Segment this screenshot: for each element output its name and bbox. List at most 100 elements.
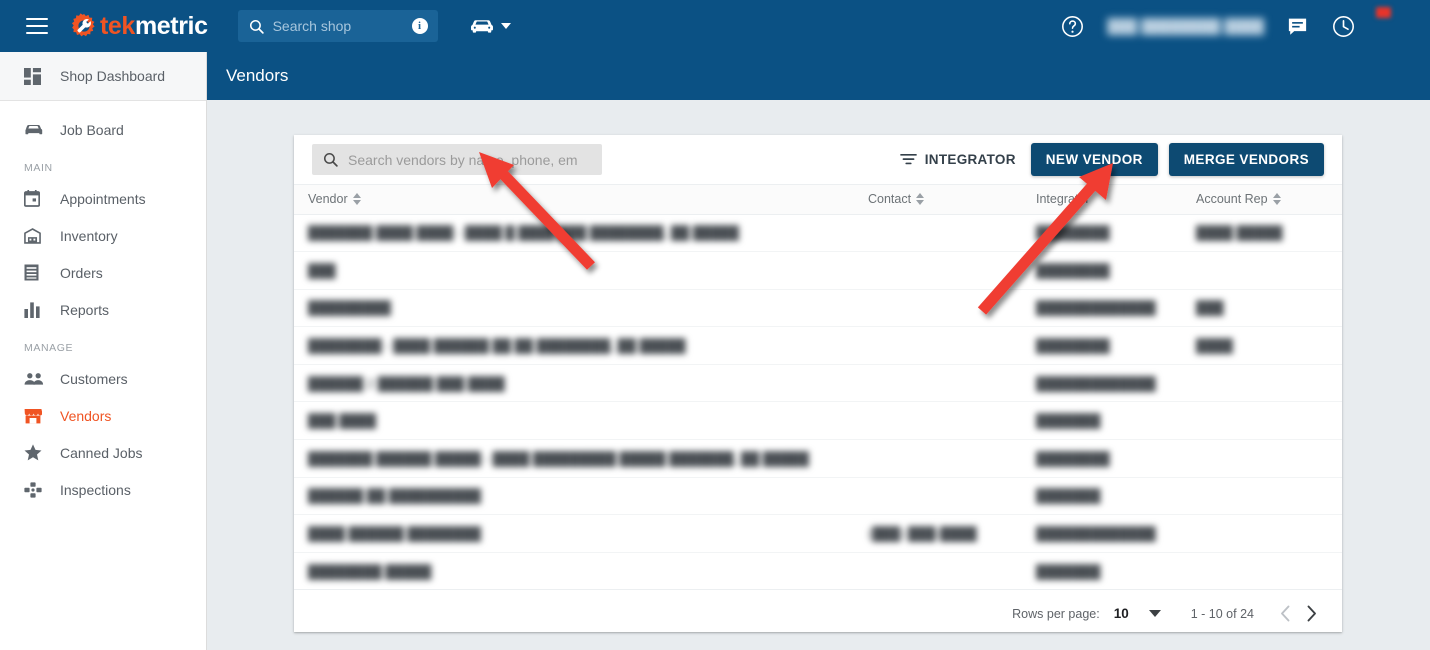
logo-text-tek: tek: [100, 12, 135, 40]
cell-integrator: ███████: [1022, 402, 1182, 440]
table-row[interactable]: ███████ ████ ████ - ████ █ ████ ███ ████…: [294, 214, 1342, 252]
dashboard-grid-icon: [24, 68, 44, 85]
cell-integrator: ███████: [1022, 552, 1182, 590]
cell-account-rep: ███: [1182, 289, 1342, 327]
cell-integrator: ████████: [1022, 327, 1182, 365]
sidebar-item-reports[interactable]: Reports: [0, 291, 206, 328]
sidebar-item-label: Shop Dashboard: [60, 69, 165, 83]
new-vendor-button[interactable]: NEW VENDOR: [1031, 143, 1158, 176]
table-header: Vendor Contact: [294, 185, 1342, 214]
shop-search-placeholder: Search shop: [273, 18, 412, 34]
integrator-filter-button[interactable]: INTEGRATOR: [896, 147, 1020, 172]
column-header-integrator[interactable]: Integrator: [1022, 185, 1182, 214]
cell-integrator: █████████████: [1022, 515, 1182, 553]
column-header-contact[interactable]: Contact: [854, 185, 1022, 214]
sidebar-group-main: MAIN: [0, 162, 206, 174]
tekmetric-logo[interactable]: tekmetric: [70, 11, 208, 41]
column-header-account-rep[interactable]: Account Rep: [1182, 185, 1342, 214]
sort-icon[interactable]: [1273, 193, 1281, 205]
sidebar-item-appointments[interactable]: Appointments: [0, 180, 206, 217]
cell-account-rep: [1182, 402, 1342, 440]
sidebar-item-label: Vendors: [60, 409, 111, 423]
table-body: ███████ ████ ████ - ████ █ ████ ███ ████…: [294, 214, 1342, 590]
cell-contact: [854, 214, 1022, 252]
calendar-icon: [24, 190, 44, 207]
sidebar-item-label: Reports: [60, 303, 109, 317]
table-row[interactable]: ████████ ████████████: [294, 552, 1342, 590]
cell-contact: [854, 440, 1022, 478]
vehicle-selector[interactable]: [470, 18, 511, 35]
help-button[interactable]: [1060, 14, 1085, 39]
cell-integrator: ███████: [1022, 477, 1182, 515]
recent-activity-button[interactable]: [1331, 14, 1356, 39]
hamburger-menu-icon[interactable]: [26, 18, 48, 34]
sidebar-item-canned-jobs[interactable]: Canned Jobs: [0, 434, 206, 471]
cell-vendor: ██████ ██ ██████████: [294, 477, 854, 515]
info-icon[interactable]: i: [412, 18, 428, 34]
sidebar-spacer: [0, 101, 206, 111]
cell-contact: [854, 252, 1022, 290]
sidebar-item-label: Orders: [60, 266, 103, 280]
bar-chart-icon: [24, 302, 44, 318]
sidebar-item-customers[interactable]: Customers: [0, 360, 206, 397]
people-icon: [24, 372, 44, 386]
page-header: Vendors: [207, 52, 1430, 100]
table-row[interactable]: ████ ██████ ████████(███) ███-██████████…: [294, 515, 1342, 553]
messages-button[interactable]: [1286, 15, 1309, 38]
content-area: Search vendors by name, phone, em INTEGR…: [207, 100, 1430, 650]
sidebar-item-job-board[interactable]: Job Board: [0, 111, 206, 148]
vendors-toolbar: Search vendors by name, phone, em INTEGR…: [294, 135, 1342, 185]
cell-vendor: ████ ██████ ████████: [294, 515, 854, 553]
sidebar-navigation: Shop Dashboard Job Board MAIN: [0, 52, 207, 650]
cell-vendor: ████████ - ████ ██████ ██ ██ ████████, █…: [294, 327, 854, 365]
help-circle-icon: [1060, 14, 1085, 39]
clock-icon: [1331, 14, 1356, 39]
table-row[interactable]: █████████████████████████: [294, 289, 1342, 327]
cell-integrator: ████████: [1022, 214, 1182, 252]
vendors-page: tekmetric Search shop i: [0, 0, 1430, 650]
sidebar-item-orders[interactable]: Orders: [0, 254, 206, 291]
sidebar-item-inventory[interactable]: Inventory: [0, 217, 206, 254]
cell-contact: [854, 289, 1022, 327]
sidebar-item-shop-dashboard[interactable]: Shop Dashboard: [0, 52, 206, 101]
rows-per-page-label: Rows per page:: [1012, 607, 1100, 621]
avatar[interactable]: [1378, 8, 1414, 44]
merge-vendors-button[interactable]: MERGE VENDORS: [1169, 143, 1324, 176]
chevron-down-icon: [501, 23, 511, 29]
table-row[interactable]: ██████ ██ ██████████ ███████: [294, 477, 1342, 515]
table-pagination: Rows per page: 10 1 - 10 of 24: [294, 590, 1342, 637]
cell-contact: [854, 477, 1022, 515]
chevron-right-icon: [1306, 605, 1317, 622]
table-header-row: Vendor Contact: [294, 185, 1342, 214]
top-navigation-bar: tekmetric Search shop i: [0, 0, 1430, 52]
cell-vendor: ███████ ██████ █████ - ████ █████████ ██…: [294, 440, 854, 478]
inspection-icon: [24, 482, 44, 498]
column-label: Integrator: [1036, 192, 1090, 206]
sidebar-item-label: Appointments: [60, 192, 146, 206]
store-icon: [24, 408, 44, 424]
previous-page-button[interactable]: [1272, 601, 1298, 627]
next-page-button[interactable]: [1298, 601, 1324, 627]
chevron-left-icon: [1280, 605, 1291, 622]
cell-account-rep: [1182, 364, 1342, 402]
search-input[interactable]: Search vendors by name, phone, em: [312, 144, 602, 175]
sort-icon[interactable]: [353, 193, 361, 205]
sort-icon[interactable]: [916, 193, 924, 205]
rows-per-page-select[interactable]: 10: [1110, 606, 1165, 621]
sidebar-item-inspections[interactable]: Inspections: [0, 471, 206, 508]
table-row[interactable]: ███ ████ ███████: [294, 402, 1342, 440]
search-icon: [322, 151, 339, 168]
table-row[interactable]: ███████████: [294, 252, 1342, 290]
cell-vendor: ███████ ████ ████ - ████ █ ████ ███ ████…: [294, 214, 854, 252]
shop-name-label[interactable]: ███ ████████ ████: [1107, 18, 1264, 34]
table-row[interactable]: ████████ - ████ ██████ ██ ██ ████████, █…: [294, 327, 1342, 365]
search-icon: [248, 18, 265, 35]
sidebar-group-manage: MANAGE: [0, 342, 206, 354]
cell-vendor: ███ ████: [294, 402, 854, 440]
cell-integrator: █████████████: [1022, 289, 1182, 327]
table-row[interactable]: ███████ ██████ █████ - ████ █████████ ██…: [294, 440, 1342, 478]
table-row[interactable]: ██████ 2 ██████ ███ █████████████████: [294, 364, 1342, 402]
column-header-vendor[interactable]: Vendor: [294, 185, 854, 214]
sidebar-item-vendors[interactable]: Vendors: [0, 397, 206, 434]
shop-search-input[interactable]: Search shop i: [238, 10, 438, 42]
